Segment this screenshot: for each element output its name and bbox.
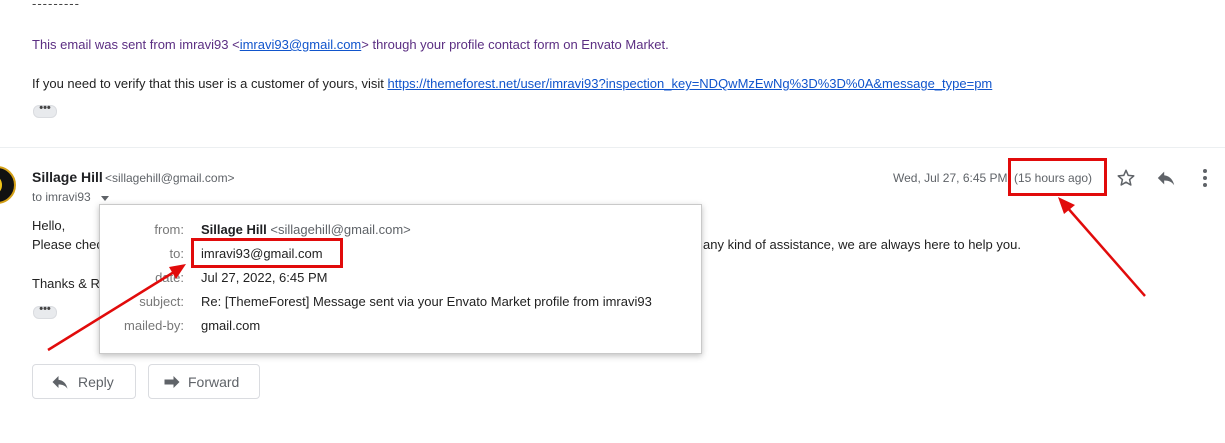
annotation-arrow-left xyxy=(47,264,186,352)
annotation-arrows xyxy=(47,197,1146,352)
annotation-arrow-right xyxy=(1058,197,1146,297)
